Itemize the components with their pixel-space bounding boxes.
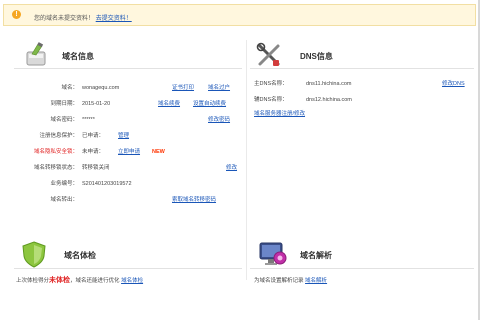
dns-resolve-divider [250,268,474,269]
get-transfer-password-link[interactable]: 索取域名转移密码 [172,196,216,204]
warning-icon: ! [12,10,21,19]
dns-resolve-row: 为域名设置解析记录 域名解析 [254,277,327,285]
domain-info-divider [14,68,242,69]
domain-check-title: 域名体检 [64,251,96,260]
domain-check-shield-icon [20,240,48,270]
dns-resolve-text: 为域名设置解析记录 [254,278,304,284]
dns-resolve-title: 域名解析 [300,251,332,260]
domain-check-divider [14,268,242,269]
domain-check-text-after: ，域名还能进行优化 [70,278,120,284]
domain-info-icon [24,42,50,70]
domain-check-link[interactable]: 域名体检 [121,278,143,284]
row-label: 域名转移锁状态： [33,165,78,171]
primary-dns-label: 主DNS名称： [254,81,288,87]
notice-message: 您的域名未提交资料！ [34,16,95,22]
domain-transfer-owner-link[interactable]: 域名过户 [208,84,230,92]
privacy-lock-value: 未申请： [82,149,105,155]
renew-domain-link[interactable]: 域名续费 [158,100,180,108]
expiry-date-value: 2015-01-20 [82,101,111,107]
domain-check-row: 上次体检得分未体检，域名还能进行优化 域名体检 [16,277,143,285]
business-id-value: S20140120301957​2 [82,181,132,187]
dns-resolve-monitor-icon [258,240,288,270]
domain-check-text-before: 上次体检得分 [16,278,50,284]
row-label: 域名密码： [50,117,78,123]
row-label: 注册信息保护： [39,133,78,139]
dns-server-register-link[interactable]: 域名服务器注册/修改 [254,110,305,118]
domain-password-value: ****** [82,117,95,123]
domain-name-value: wonagequ.com [82,85,120,91]
dns-tools-icon [256,42,282,70]
row-label: 域名： [61,85,78,91]
manage-protection-link[interactable]: 管理 [118,132,129,140]
print-certificate-link[interactable]: 证书打印 [172,84,194,92]
submit-info-link[interactable]: 去提交资料！ [96,16,132,22]
notice-bar: ! 您的域名未提交资料！ 去提交资料！ [3,4,476,26]
dns-info-divider [250,68,474,69]
new-badge: NEW [152,149,165,155]
row-label: 域名转出： [50,197,78,203]
dns-resolve-link[interactable]: 域名解析 [305,278,327,284]
transfer-lock-value: 转移锁关闭 [82,165,110,171]
row-label: 域名隐私安全锁： [33,149,78,155]
row-label: 到期日期： [50,101,78,107]
domain-check-score: 未体检 [49,277,71,284]
primary-dns-value: dns11.hichina.com [306,81,352,87]
auto-renew-link[interactable]: 设置自动续费 [193,100,226,108]
row-label: 业务编号： [50,181,78,187]
secondary-dns-value: dns12.hichina.com [306,97,352,103]
registration-protection-value: 已申请： [82,133,105,139]
dns-info-title: DNS信息 [300,52,333,61]
apply-now-link[interactable]: 立即申请 [118,148,140,156]
modify-dns-link[interactable]: 修改DNS [442,80,465,88]
notice-text: 您的域名未提交资料！ 去提交资料！ [34,13,132,22]
domain-info-title: 域名信息 [62,52,94,61]
change-password-link[interactable]: 修改密码 [208,116,230,124]
column-separator [246,40,247,280]
modify-transfer-lock-link[interactable]: 修改 [226,164,237,172]
secondary-dns-label: 辅DNS名称： [254,97,288,103]
